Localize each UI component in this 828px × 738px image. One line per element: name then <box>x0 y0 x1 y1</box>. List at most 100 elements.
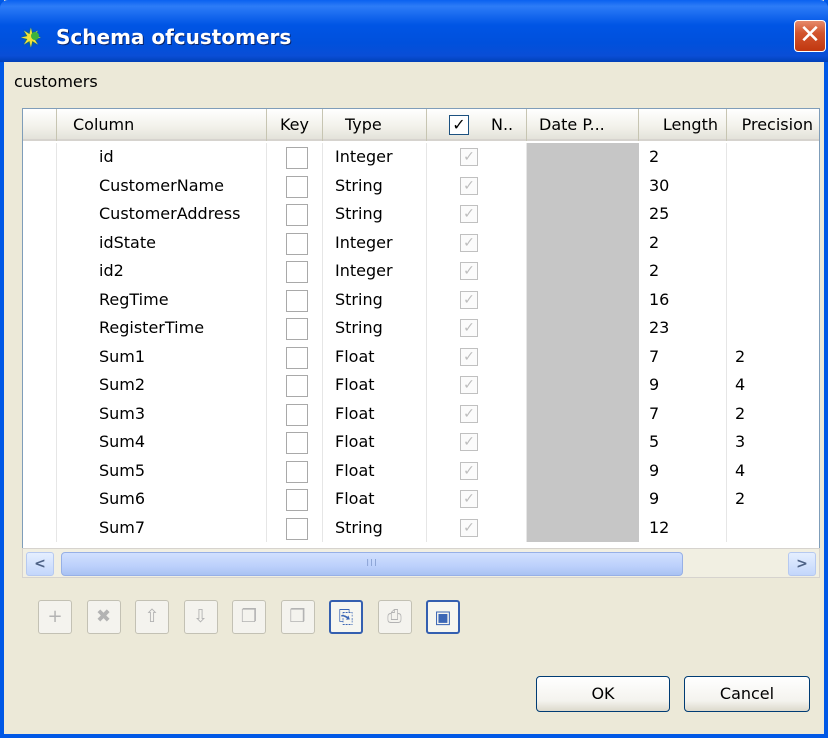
cell-precision[interactable]: 4 <box>727 371 819 400</box>
key-checkbox[interactable] <box>286 403 308 426</box>
cell-precision[interactable]: 2 <box>727 400 819 429</box>
table-row[interactable]: RegisterTime String 23 ✓ <box>23 314 819 343</box>
cell-precision[interactable] <box>727 286 819 315</box>
cell-type[interactable]: Float <box>323 485 427 514</box>
row-header[interactable] <box>23 428 57 457</box>
key-checkbox[interactable] <box>286 460 308 483</box>
paste-button[interactable]: ❒ <box>280 600 315 634</box>
header-column[interactable]: Column <box>57 109 267 141</box>
key-checkbox[interactable] <box>286 489 308 511</box>
key-checkbox[interactable] <box>286 261 308 283</box>
cell-column[interactable]: Sum1 <box>57 342 267 371</box>
table-row[interactable]: idState Integer 2 ✓ <box>23 228 819 258</box>
key-checkbox[interactable] <box>286 517 308 540</box>
key-checkbox[interactable] <box>286 147 308 169</box>
cell-column[interactable]: Sum3 <box>57 399 267 428</box>
export-button[interactable]: ⎙ <box>377 600 412 634</box>
header-key[interactable]: Key <box>267 109 323 141</box>
row-header[interactable] <box>23 456 57 485</box>
table-row[interactable]: Sum1 Float 7 2 ✓ <box>23 342 819 372</box>
cell-precision[interactable]: 2 <box>727 343 819 372</box>
cancel-button[interactable]: Cancel <box>684 676 810 712</box>
nullable-checkbox[interactable]: ✓ <box>460 461 478 480</box>
cell-type[interactable]: String <box>323 314 427 343</box>
cell-type[interactable]: Integer <box>323 228 427 257</box>
row-header[interactable] <box>23 314 57 343</box>
cell-length[interactable]: 2 <box>639 143 727 172</box>
cell-column[interactable]: idState <box>57 228 267 257</box>
cell-column[interactable]: RegTime <box>57 285 267 314</box>
cell-type[interactable]: Integer <box>323 143 427 172</box>
cell-date-pattern[interactable] <box>527 399 639 428</box>
table-row[interactable]: Sum2 Float 9 4 ✓ <box>23 371 819 400</box>
nullable-checkbox[interactable]: ✓ <box>460 319 478 337</box>
table-row[interactable]: CustomerName String 30 ✓ <box>23 171 819 200</box>
cell-date-pattern[interactable] <box>527 342 639 371</box>
nullable-checkbox[interactable]: ✓ <box>460 290 478 309</box>
row-header[interactable] <box>23 371 57 400</box>
nullable-checkbox[interactable]: ✓ <box>460 376 478 394</box>
cell-type[interactable]: Float <box>323 399 427 428</box>
cell-type[interactable]: String <box>323 513 427 542</box>
key-checkbox[interactable] <box>286 204 308 226</box>
nullable-checkbox[interactable]: ✓ <box>460 148 478 166</box>
header-nullable[interactable]: ✓ N.. <box>427 109 527 141</box>
cell-length[interactable]: 7 <box>639 342 727 371</box>
scroll-right-button[interactable]: > <box>788 552 816 576</box>
nullable-checkbox[interactable]: ✓ <box>460 176 478 195</box>
table-row[interactable]: Sum6 Float 9 2 ✓ <box>23 485 819 514</box>
row-header[interactable] <box>23 143 57 172</box>
cell-date-pattern[interactable] <box>527 513 639 542</box>
table-row[interactable]: Sum4 Float 5 3 ✓ <box>23 428 819 457</box>
cell-length[interactable]: 23 <box>639 314 727 343</box>
cell-column[interactable]: id <box>57 143 267 172</box>
key-checkbox[interactable] <box>286 346 308 369</box>
cell-column[interactable]: CustomerName <box>57 171 267 200</box>
cell-date-pattern[interactable] <box>527 456 639 485</box>
table-row[interactable]: id Integer 2 ✓ <box>23 143 819 172</box>
nullable-checkbox[interactable]: ✓ <box>460 262 478 280</box>
cell-type[interactable]: Integer <box>323 257 427 286</box>
add-button[interactable]: + <box>38 600 72 634</box>
cell-column[interactable]: CustomerAddress <box>57 200 267 229</box>
row-header[interactable] <box>23 513 57 542</box>
scroll-left-button[interactable]: < <box>26 552 54 576</box>
cell-date-pattern[interactable] <box>527 228 639 257</box>
header-length[interactable]: Length <box>639 109 727 141</box>
key-checkbox[interactable] <box>286 375 308 397</box>
cell-type[interactable]: String <box>323 171 427 200</box>
remove-button[interactable]: ✖ <box>86 600 121 634</box>
row-header[interactable] <box>23 171 57 200</box>
cell-precision[interactable]: 3 <box>727 428 819 457</box>
key-checkbox[interactable] <box>286 232 308 255</box>
row-header[interactable] <box>23 285 57 314</box>
nullable-checkbox[interactable]: ✓ <box>460 233 478 252</box>
row-header[interactable] <box>23 257 57 286</box>
cell-precision[interactable] <box>727 200 819 229</box>
row-header[interactable] <box>23 228 57 257</box>
row-header[interactable] <box>23 485 57 514</box>
title-bar[interactable]: ✷ Schema ofcustomers ✕ <box>0 0 828 62</box>
nullable-header-checkbox[interactable]: ✓ <box>449 115 469 135</box>
cell-precision[interactable] <box>727 314 819 343</box>
nullable-checkbox[interactable]: ✓ <box>460 205 478 223</box>
save-button[interactable]: ▣ <box>426 600 460 634</box>
key-checkbox[interactable] <box>286 318 308 340</box>
cell-type[interactable]: String <box>323 285 427 314</box>
cell-precision[interactable] <box>727 229 819 258</box>
cell-date-pattern[interactable] <box>527 200 639 229</box>
row-header[interactable] <box>23 342 57 371</box>
header-date-pattern[interactable]: Date P... <box>527 109 639 141</box>
table-row[interactable]: CustomerAddress String 25 ✓ <box>23 200 819 229</box>
cell-column[interactable]: Sum6 <box>57 485 267 514</box>
cell-length[interactable]: 25 <box>639 200 727 229</box>
cell-type[interactable]: Float <box>323 371 427 400</box>
row-header[interactable] <box>23 399 57 428</box>
ok-button[interactable]: OK <box>536 676 670 712</box>
scroll-thumb[interactable]: III <box>61 552 683 576</box>
key-checkbox[interactable] <box>286 289 308 312</box>
cell-date-pattern[interactable] <box>527 485 639 514</box>
cell-column[interactable]: Sum2 <box>57 371 267 400</box>
key-checkbox[interactable] <box>286 175 308 198</box>
row-header[interactable] <box>23 200 57 229</box>
